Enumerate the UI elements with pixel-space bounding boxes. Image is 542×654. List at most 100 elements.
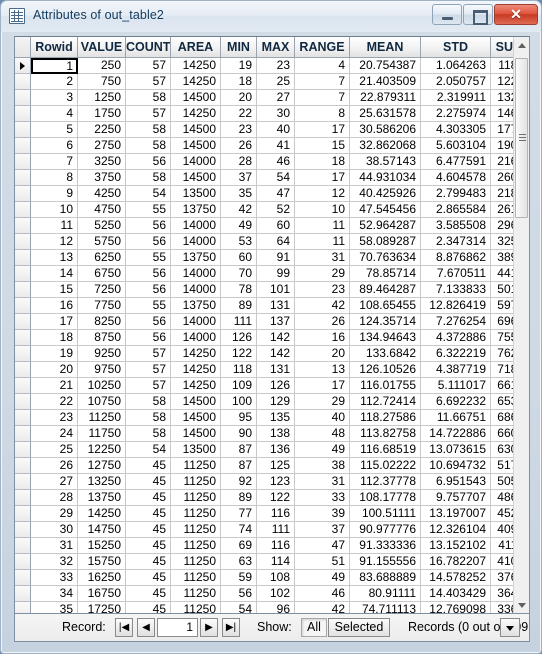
cell-count[interactable]: 45 <box>126 474 171 490</box>
cell-count[interactable]: 58 <box>126 410 171 426</box>
cell-sum[interactable]: 2183 <box>491 186 515 202</box>
cell-max[interactable]: 27 <box>257 90 295 106</box>
cell-area[interactable]: 14250 <box>171 362 221 378</box>
cell-area[interactable]: 11250 <box>171 586 221 602</box>
row-selector-cell[interactable] <box>15 330 31 346</box>
cell-value[interactable]: 10750 <box>78 394 126 410</box>
row-selector-cell[interactable] <box>15 186 31 202</box>
cell-area[interactable]: 14000 <box>171 266 221 282</box>
table-row[interactable]: 62750581450026411532.8620685.6031041906 <box>15 138 515 154</box>
cell-sum[interactable]: 4094 <box>491 522 515 538</box>
cell-sum[interactable]: 6602 <box>491 426 515 442</box>
row-selector-cell[interactable] <box>15 250 31 266</box>
cell-max[interactable]: 137 <box>257 314 295 330</box>
cell-sum[interactable]: 1774 <box>491 122 515 138</box>
cell-max[interactable]: 30 <box>257 106 295 122</box>
scrollbar-thumb[interactable] <box>515 58 528 218</box>
cell-range[interactable]: 17 <box>295 122 350 138</box>
cell-std[interactable]: 10.694732 <box>421 458 491 474</box>
cell-range[interactable]: 15 <box>295 138 350 154</box>
table-row[interactable]: 17 8250 56 14000 111 137 26 124.35714 7.276254 69… <box>15 314 515 330</box>
cell-std[interactable]: 2.050757 <box>421 74 491 90</box>
cell-max[interactable]: 114 <box>257 554 295 570</box>
cell-range[interactable]: 37 <box>295 522 350 538</box>
cell-std[interactable]: 13.152102 <box>421 538 491 554</box>
cell-min[interactable]: 89 <box>221 298 257 314</box>
cell-max[interactable]: 102 <box>257 586 295 602</box>
cell-range[interactable]: 13 <box>295 362 350 378</box>
first-record-button[interactable]: |◀ <box>115 618 133 637</box>
cell-mean[interactable]: 30.586206 <box>350 122 421 138</box>
cell-value[interactable]: 16250 <box>78 570 126 586</box>
cell-sum[interactable]: 1327 <box>491 90 515 106</box>
cell-min[interactable]: 70 <box>221 266 257 282</box>
cell-value[interactable]: 250 <box>78 58 126 74</box>
cell-min[interactable]: 100 <box>221 394 257 410</box>
cell-area[interactable]: 14500 <box>171 170 221 186</box>
cell-std[interactable]: 2.319911 <box>421 90 491 106</box>
cell-rowid[interactable]: 2 <box>31 74 78 90</box>
cell-area[interactable]: 14500 <box>171 426 221 442</box>
cell-sum[interactable]: 4416 <box>491 266 515 282</box>
record-number-input[interactable]: 1 <box>157 618 198 637</box>
cell-value[interactable]: 8250 <box>78 314 126 330</box>
row-selector-cell[interactable] <box>15 266 31 282</box>
cell-range[interactable]: 31 <box>295 474 350 490</box>
cell-count[interactable]: 57 <box>126 106 171 122</box>
cell-count[interactable]: 58 <box>126 90 171 106</box>
cell-sum[interactable]: 7188 <box>491 362 515 378</box>
cell-value[interactable]: 6250 <box>78 250 126 266</box>
cell-rowid[interactable]: 30 <box>31 522 78 538</box>
cell-max[interactable]: 142 <box>257 346 295 362</box>
cell-std[interactable]: 12.826419 <box>421 298 491 314</box>
cell-sum[interactable]: 3362 <box>491 602 515 613</box>
cell-min[interactable]: 92 <box>221 474 257 490</box>
cell-min[interactable]: 20 <box>221 90 257 106</box>
table-row[interactable]: 18 8750 56 14000 126 142 16 134.94643 4.372886 75… <box>15 330 515 346</box>
cell-max[interactable]: 125 <box>257 458 295 474</box>
cell-value[interactable]: 15750 <box>78 554 126 570</box>
table-row[interactable]: 23 11250 58 14500 95 135 40 118.27586 11.66751 68… <box>15 410 515 426</box>
cell-sum[interactable]: 6538 <box>491 394 515 410</box>
cell-range[interactable]: 7 <box>295 74 350 90</box>
cell-count[interactable]: 45 <box>126 458 171 474</box>
cell-std[interactable]: 4.372886 <box>421 330 491 346</box>
cell-mean[interactable]: 108.17778 <box>350 490 421 506</box>
cell-value[interactable]: 5750 <box>78 234 126 250</box>
cell-rowid[interactable]: 8 <box>31 170 78 186</box>
cell-area[interactable]: 14500 <box>171 394 221 410</box>
cell-range[interactable]: 49 <box>295 442 350 458</box>
cell-area[interactable]: 11250 <box>171 490 221 506</box>
cell-std[interactable]: 14.403429 <box>421 586 491 602</box>
cell-max[interactable]: 96 <box>257 602 295 613</box>
cell-mean[interactable]: 25.631578 <box>350 106 421 122</box>
cell-min[interactable]: 37 <box>221 170 257 186</box>
cell-count[interactable]: 55 <box>126 202 171 218</box>
cell-range[interactable]: 46 <box>295 586 350 602</box>
maximize-button[interactable] <box>463 4 493 25</box>
cell-mean[interactable]: 74.711113 <box>350 602 421 613</box>
cell-range[interactable]: 39 <box>295 506 350 522</box>
cell-range[interactable]: 31 <box>295 250 350 266</box>
cell-min[interactable]: 49 <box>221 218 257 234</box>
cell-max[interactable]: 131 <box>257 362 295 378</box>
cell-value[interactable]: 13750 <box>78 490 126 506</box>
cell-rowid[interactable]: 5 <box>31 122 78 138</box>
table-row[interactable]: 32 15750 45 11250 63 114 51 91.155556 16.782207 4… <box>15 554 515 570</box>
cell-sum[interactable]: 4868 <box>491 490 515 506</box>
cell-max[interactable]: 52 <box>257 202 295 218</box>
cell-rowid[interactable]: 11 <box>31 218 78 234</box>
cell-mean[interactable]: 52.964287 <box>350 218 421 234</box>
cell-range[interactable]: 4 <box>295 58 350 74</box>
cell-count[interactable]: 56 <box>126 234 171 250</box>
cell-mean[interactable]: 89.464287 <box>350 282 421 298</box>
table-row[interactable]: 20 9750 57 14250 118 131 13 126.10526 4.387719 71… <box>15 362 515 378</box>
cell-area[interactable]: 11250 <box>171 538 221 554</box>
cell-value[interactable]: 14250 <box>78 506 126 522</box>
cell-max[interactable]: 126 <box>257 378 295 394</box>
cell-min[interactable]: 87 <box>221 458 257 474</box>
cell-sum[interactable]: 5010 <box>491 282 515 298</box>
cell-mean[interactable]: 116.01755 <box>350 378 421 394</box>
cell-max[interactable]: 135 <box>257 410 295 426</box>
cell-std[interactable]: 7.276254 <box>421 314 491 330</box>
